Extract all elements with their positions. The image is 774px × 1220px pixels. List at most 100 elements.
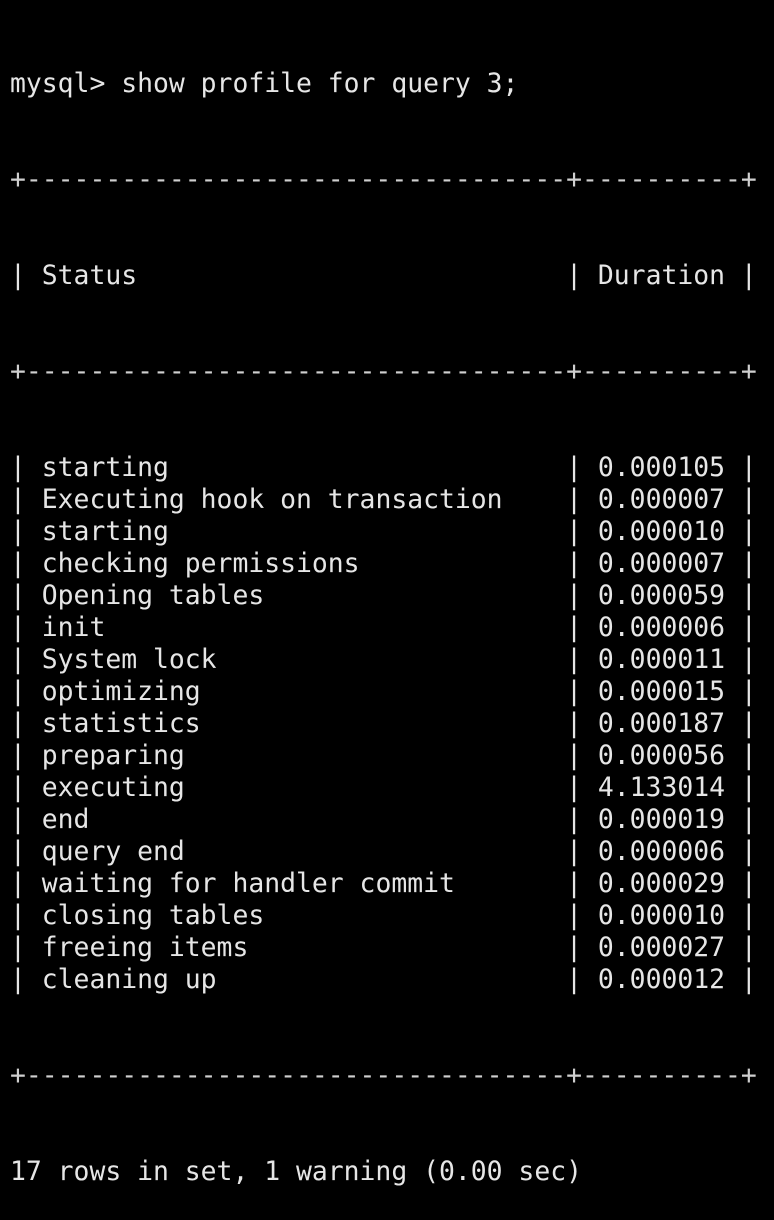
duration-cell: 0.000006 — [597, 612, 726, 643]
table-row: | closing tables | 0.000010 | — [10, 900, 774, 932]
pipe-separator: | — [550, 932, 598, 963]
table-row: | starting | 0.000010 | — [10, 516, 774, 548]
cell-padding — [455, 868, 550, 899]
pipe-separator: | — [10, 516, 42, 547]
duration-cell: Duration — [597, 260, 726, 291]
status-cell: cleaning up — [41, 964, 217, 995]
table-row: | init | 0.000006 | — [10, 612, 774, 644]
pipe-separator: | — [725, 580, 757, 611]
pipe-separator: | — [550, 708, 598, 739]
pipe-separator: | — [725, 548, 757, 579]
pipe-separator: | — [10, 644, 42, 675]
pipe-separator: | — [725, 676, 757, 707]
pipe-separator: | — [725, 964, 757, 995]
pipe-separator: | — [725, 612, 757, 643]
pipe-separator: | — [10, 804, 42, 835]
pipe-separator: | — [550, 900, 598, 931]
pipe-separator: | — [10, 836, 42, 867]
cell-padding — [137, 260, 550, 291]
duration-cell: 0.000059 — [597, 580, 726, 611]
table-body: | starting | 0.000105 | | Executing hook … — [10, 452, 774, 996]
duration-cell: 0.000010 — [597, 900, 726, 931]
table-row: | end | 0.000019 | — [10, 804, 774, 836]
status-cell: statistics — [41, 708, 201, 739]
pipe-separator: | — [725, 644, 757, 675]
status-cell: Executing hook on transaction — [41, 484, 503, 515]
status-cell: waiting for handler commit — [41, 868, 455, 899]
pipe-separator: | — [550, 676, 598, 707]
pipe-separator: | — [550, 484, 598, 515]
cell-padding — [89, 804, 550, 835]
pipe-separator: | — [725, 836, 757, 867]
status-cell: checking permissions — [41, 548, 360, 579]
pipe-separator: | — [725, 708, 757, 739]
cell-padding — [248, 932, 550, 963]
cell-padding — [360, 548, 551, 579]
duration-cell: 0.000012 — [597, 964, 726, 995]
pipe-separator: | — [550, 740, 598, 771]
duration-cell: 4.133014 — [597, 772, 725, 803]
pipe-separator: | — [550, 772, 598, 803]
status-cell: Opening tables — [41, 580, 265, 611]
pipe-separator: | — [725, 452, 757, 483]
pipe-separator: | — [10, 964, 42, 995]
table-header-row: | Status | Duration | — [10, 260, 774, 292]
pipe-separator: | — [10, 900, 42, 931]
table-row: | freeing items | 0.000027 | — [10, 932, 774, 964]
status-cell: Status — [41, 260, 138, 291]
pipe-separator: | — [550, 452, 598, 483]
status-cell: query end — [41, 836, 185, 867]
cell-padding — [185, 772, 550, 803]
table-row: | Opening tables | 0.000059 | — [10, 580, 774, 612]
pipe-separator: | — [725, 516, 757, 547]
pipe-separator: | — [725, 868, 757, 899]
table-border-bottom: +----------------------------------+----… — [10, 1060, 757, 1091]
pipe-separator: | — [10, 548, 42, 579]
duration-cell: 0.000105 — [597, 452, 725, 483]
status-cell: preparing — [41, 740, 185, 771]
duration-cell: 0.000029 — [597, 868, 726, 899]
pipe-separator: | — [550, 964, 598, 995]
duration-cell: 0.000056 — [597, 740, 725, 771]
pipe-separator: | — [550, 516, 598, 547]
status-cell: starting — [41, 516, 169, 547]
duration-cell: 0.000027 — [597, 932, 726, 963]
pipe-separator: | — [725, 772, 757, 803]
pipe-separator: | — [10, 740, 42, 771]
cell-padding — [169, 452, 550, 483]
cell-padding — [185, 740, 550, 771]
duration-cell: 0.000007 — [597, 548, 726, 579]
cell-padding — [185, 836, 550, 867]
status-cell: starting — [41, 452, 169, 483]
duration-cell: 0.000015 — [597, 676, 726, 707]
pipe-separator: | — [550, 260, 598, 291]
table-row: | System lock | 0.000011 | — [10, 644, 774, 676]
cell-padding — [264, 580, 550, 611]
table-border-top: +----------------------------------+----… — [10, 164, 757, 195]
pipe-separator: | — [10, 932, 42, 963]
pipe-separator: | — [10, 676, 42, 707]
pipe-separator: | — [10, 484, 42, 515]
pipe-separator: | — [725, 260, 757, 291]
cell-padding — [217, 644, 551, 675]
cell-padding — [201, 676, 551, 707]
pipe-separator: | — [550, 580, 598, 611]
duration-cell: 0.000010 — [597, 516, 725, 547]
status-cell: System lock — [41, 644, 217, 675]
pipe-separator: | — [10, 868, 42, 899]
pipe-separator: | — [725, 484, 757, 515]
pipe-separator: | — [725, 804, 757, 835]
cell-padding — [264, 900, 550, 931]
status-cell: end — [41, 804, 90, 835]
pipe-separator: | — [725, 900, 757, 931]
pipe-separator: | — [550, 804, 598, 835]
table-row: | statistics | 0.000187 | — [10, 708, 774, 740]
pipe-separator: | — [550, 644, 598, 675]
pipe-separator: | — [10, 260, 42, 291]
table-border-header: +----------------------------------+----… — [10, 356, 757, 387]
cell-padding — [217, 964, 551, 995]
terminal-window[interactable]: mysql> show profile for query 3; +------… — [0, 0, 774, 1187]
pipe-separator: | — [550, 836, 598, 867]
cell-padding — [201, 708, 551, 739]
table-row: | waiting for handler commit | 0.000029 … — [10, 868, 774, 900]
